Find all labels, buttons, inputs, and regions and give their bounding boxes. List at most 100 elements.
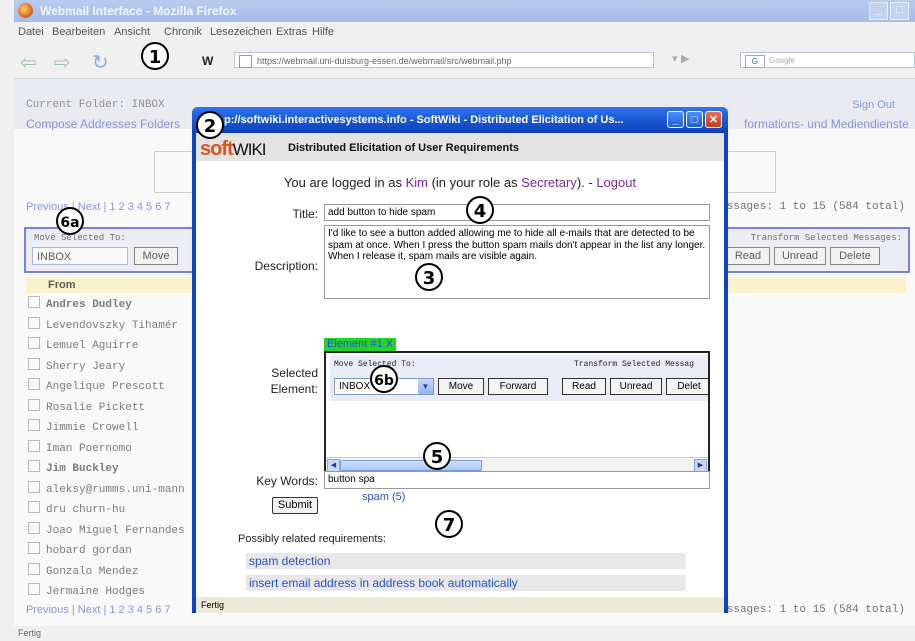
preview-move-button[interactable]: Move <box>438 378 484 395</box>
role-suffix: ). - <box>576 175 597 190</box>
sender-name: Angelique Prescott <box>46 381 165 393</box>
related-requirement-item[interactable]: insert email address in address book aut… <box>246 575 686 591</box>
popup-maximize-button[interactable]: □ <box>686 111 703 128</box>
row-checkbox[interactable] <box>28 398 40 411</box>
popup-status-bar: Fertig <box>196 597 724 613</box>
logo-soft: soft <box>200 138 234 160</box>
keywords-label: Key Words: <box>256 474 318 488</box>
search-input[interactable]: G Google <box>740 52 915 68</box>
row-checkbox[interactable] <box>28 419 40 431</box>
logout-link[interactable]: Logout <box>596 175 636 190</box>
back-arrow-icon[interactable]: ⇦ <box>20 50 37 74</box>
selected-element-label: Selected Element: <box>270 366 318 396</box>
sender-name: Iman Poernomo <box>46 442 132 455</box>
keywords-input[interactable]: button spa <box>324 471 710 489</box>
webmail-right-link[interactable]: formations- und Mediendienste <box>744 117 909 131</box>
message-row[interactable]: Lemuel Aguirre <box>28 336 138 356</box>
folder-select[interactable]: INBOX <box>32 247 128 265</box>
message-row[interactable]: Iman Poernomo <box>28 439 132 459</box>
row-checkbox[interactable] <box>28 521 40 534</box>
row-checkbox[interactable] <box>28 542 40 554</box>
menu-chronik[interactable]: Chronik <box>164 26 202 38</box>
message-row[interactable]: dru churn-hu <box>28 500 125 520</box>
row-checkbox[interactable] <box>28 439 40 452</box>
preview-forward-button[interactable]: Forward <box>488 378 548 395</box>
message-row[interactable]: hobard gordan <box>28 541 132 561</box>
message-row[interactable]: Jimmie Crowell <box>28 418 138 438</box>
row-checkbox[interactable] <box>28 480 40 493</box>
row-checkbox[interactable] <box>28 583 40 595</box>
sender-name: Levendovszky Tihamér <box>46 319 179 332</box>
sender-name: Jim Buckley <box>46 463 119 475</box>
row-checkbox[interactable] <box>28 501 40 513</box>
title-label: Title: <box>292 207 318 221</box>
forward-arrow-icon[interactable]: ⇨ <box>54 50 71 74</box>
reload-icon[interactable]: ↻ <box>92 50 109 74</box>
popup-close-button[interactable]: ✕ <box>705 111 722 128</box>
row-checkbox[interactable] <box>28 460 40 472</box>
scroll-thumb[interactable] <box>340 460 482 471</box>
horizontal-scrollbar[interactable]: ◀ ▶ <box>326 457 708 471</box>
popup-minimize-button[interactable]: _ <box>667 111 684 128</box>
callout-6a: 6a <box>56 207 84 235</box>
bookmark-w-icon[interactable]: W <box>202 54 213 68</box>
row-checkbox[interactable] <box>28 378 40 390</box>
minimize-button[interactable]: _ <box>869 2 888 20</box>
popup-titlebar[interactable]: p://softwiki.interactivesystems.info - S… <box>192 107 728 133</box>
preview-unread-button[interactable]: Unread <box>610 378 662 395</box>
message-row[interactable]: Andres Dudley <box>28 295 132 315</box>
unread-button[interactable]: Unread <box>774 247 826 265</box>
callout-4: 4 <box>466 196 494 224</box>
preview-delete-button[interactable]: Delet <box>666 378 708 395</box>
message-row[interactable]: Angelique Prescott <box>28 377 165 397</box>
chevron-down-icon: ▼ <box>418 379 433 394</box>
webmail-nav-links[interactable]: Compose Addresses Folders <box>26 117 180 131</box>
login-status: You are logged in as Kim (in your role a… <box>196 175 724 190</box>
delete-button[interactable]: Delete <box>830 247 880 265</box>
sender-name: Lemuel Aguirre <box>46 340 139 352</box>
user-link[interactable]: Kim <box>406 175 428 190</box>
row-checkbox[interactable] <box>28 296 40 308</box>
pager-bottom[interactable]: Previous | Next | 1 2 3 4 5 6 7 <box>26 604 171 616</box>
maximize-button[interactable]: □ <box>890 2 909 20</box>
sign-out-link[interactable]: Sign Out <box>852 99 895 111</box>
menu-ansicht[interactable]: Ansicht <box>114 26 150 38</box>
read-button[interactable]: Read <box>726 247 770 265</box>
pager-top[interactable]: Previous | Next | 1 2 3 4 5 6 7 <box>26 201 171 213</box>
row-checkbox[interactable] <box>28 357 40 370</box>
message-row[interactable]: Jermaine Hodges <box>28 582 145 602</box>
page-favicon-icon <box>239 55 252 68</box>
move-button[interactable]: Move <box>134 247 178 265</box>
description-textarea[interactable]: I'd like to see a button added allowing … <box>324 225 710 299</box>
menu-lesezeichen[interactable]: Lesezeichen <box>210 26 272 38</box>
sender-name: Rosalie Pickett <box>46 401 146 414</box>
row-checkbox[interactable] <box>28 562 40 575</box>
row-checkbox[interactable] <box>28 337 40 349</box>
dropdown-arrow-icon[interactable]: ▾ ▶ <box>672 52 689 65</box>
menu-bearbeiten[interactable]: Bearbeiten <box>52 26 105 38</box>
sender-name: Jimmie Crowell <box>46 422 139 434</box>
menu-datei[interactable]: Datei <box>18 26 44 38</box>
preview-read-button[interactable]: Read <box>562 378 606 395</box>
menu-hilfe[interactable]: Hilfe <box>312 26 334 38</box>
message-row[interactable]: Gonzalo Mendez <box>28 562 138 582</box>
url-bar[interactable]: https://webmail.uni-duisburg-essen.de/we… <box>234 52 654 68</box>
title-input[interactable]: add button to hide spam <box>324 204 710 221</box>
related-requirement-item[interactable]: spam detection <box>246 553 686 569</box>
keyword-suggestion[interactable]: spam (5) <box>362 491 405 503</box>
menu-extras[interactable]: Extras <box>276 26 307 38</box>
sender-name: Sherry Jeary <box>46 360 126 373</box>
message-row[interactable]: Levendovszky Tihamér <box>28 316 178 336</box>
softwiki-logo: softWIKI <box>200 138 267 161</box>
popup-title: p://softwiki.interactivesystems.info - S… <box>224 114 624 126</box>
row-checkbox[interactable] <box>28 316 40 329</box>
message-row[interactable]: Jim Buckley <box>28 459 119 479</box>
message-row[interactable]: aleksy@rumms.uni-mann <box>28 480 185 500</box>
sender-name: hobard gordan <box>46 545 132 557</box>
message-row[interactable]: Rosalie Pickett <box>28 398 145 418</box>
message-row[interactable]: Joao Miguel Fernandes <box>28 521 185 541</box>
message-row[interactable]: Sherry Jeary <box>28 357 125 377</box>
submit-button[interactable]: Submit <box>272 497 318 514</box>
role-link[interactable]: Secretary <box>521 175 577 190</box>
element-remove-icon[interactable]: X <box>386 338 393 350</box>
